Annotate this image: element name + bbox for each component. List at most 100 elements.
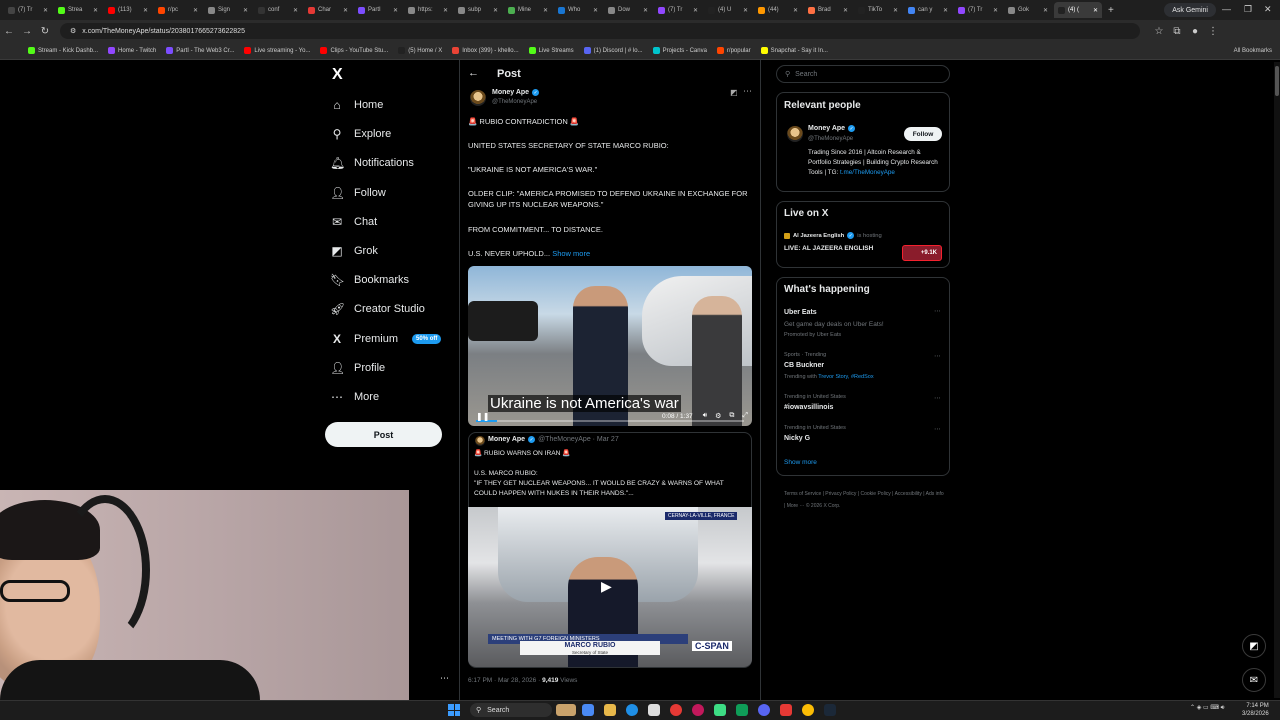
close-tab-icon[interactable]: ✕: [693, 7, 698, 14]
browser-tab[interactable]: (7) Tr ✕: [4, 2, 52, 18]
x-logo[interactable]: X: [332, 66, 343, 84]
trend-related-links[interactable]: Trevor Story, #RedSox: [818, 374, 873, 380]
browser-tab[interactable]: Mine ✕: [504, 2, 552, 18]
post-more-icon[interactable]: ⋯: [743, 86, 752, 97]
app-icon-pink[interactable]: [692, 704, 704, 716]
windows-start-icon[interactable]: [448, 704, 460, 716]
close-tab-icon[interactable]: ✕: [43, 7, 48, 14]
close-tab-icon[interactable]: ✕: [593, 7, 598, 14]
taskbar-copilot-icon[interactable]: [582, 704, 594, 716]
post-time[interactable]: 6:17 PM · Mar 28, 2026 ·: [468, 677, 540, 684]
close-tab-icon[interactable]: ✕: [493, 7, 498, 14]
taskbar-widget-icon[interactable]: [556, 704, 576, 716]
live-host-name[interactable]: Al Jazeera English: [793, 233, 844, 239]
bookmark-item[interactable]: Projects - Canva: [652, 47, 707, 54]
live-host[interactable]: Al Jazeera English ✓ is hosting: [784, 232, 882, 239]
taskbar-search[interactable]: ⚲ Search: [470, 703, 552, 717]
bookmark-item[interactable]: Home - Twitch: [108, 47, 156, 54]
bookmark-item[interactable]: Live Streams: [528, 47, 574, 54]
ask-gemini-button[interactable]: Ask Gemini: [1164, 3, 1216, 17]
excel-icon[interactable]: [736, 704, 748, 716]
bookmark-item[interactable]: Stream - Kick Dashb...: [28, 47, 98, 54]
all-bookmarks-button[interactable]: All Bookmarks: [1234, 48, 1272, 54]
close-tab-icon[interactable]: ✕: [243, 7, 248, 14]
close-tab-icon[interactable]: ✕: [543, 7, 548, 14]
close-tab-icon[interactable]: ✕: [993, 7, 998, 14]
follow-button[interactable]: Follow: [904, 127, 942, 141]
close-tab-icon[interactable]: ✕: [843, 7, 848, 14]
sidebar-item-home[interactable]: ⌂ Home: [330, 94, 383, 116]
back-icon[interactable]: ←: [0, 26, 18, 37]
bookmark-item[interactable]: Snapchat - Say it In...: [760, 47, 828, 54]
steam-icon[interactable]: [824, 704, 836, 716]
star-icon[interactable]: ☆: [1150, 26, 1168, 37]
close-tab-icon[interactable]: ✕: [343, 7, 348, 14]
close-window-icon[interactable]: ✕: [1264, 4, 1272, 15]
bookmark-item[interactable]: (1) Discord | # lo...: [583, 47, 643, 54]
close-tab-icon[interactable]: ✕: [643, 7, 648, 14]
volume-icon[interactable]: 🔊︎: [703, 412, 707, 420]
bookmark-item[interactable]: Inbox (399) - khello...: [452, 47, 519, 54]
browser-tab[interactable]: (113) ✕: [104, 2, 152, 18]
sidebar-item-profile[interactable]: 👤︎ Profile: [330, 357, 385, 379]
live-listener-count[interactable]: +9.1K: [902, 245, 942, 261]
scrollbar-thumb[interactable]: [1275, 66, 1279, 96]
relevant-name-text[interactable]: Money Ape: [808, 125, 845, 132]
browser-tab[interactable]: Strea ✕: [54, 2, 102, 18]
extensions-icon[interactable]: ⧉: [1168, 26, 1186, 37]
footer-links[interactable]: Terms of Service | Privacy Policy | Cook…: [784, 488, 944, 512]
browser-tab[interactable]: conf ✕: [254, 2, 302, 18]
browser-tab[interactable]: https: ✕: [404, 2, 452, 18]
app-icon-red[interactable]: [670, 704, 682, 716]
back-arrow-icon[interactable]: ←: [468, 67, 479, 79]
pause-icon[interactable]: ❚❚: [476, 412, 489, 421]
close-tab-icon[interactable]: ✕: [793, 7, 798, 14]
site-info-icon[interactable]: ⚙: [70, 27, 76, 35]
browser-tab[interactable]: Gok ✕: [1004, 2, 1052, 18]
chrome-icon[interactable]: [802, 704, 814, 716]
close-tab-icon[interactable]: ✕: [293, 7, 298, 14]
trend-more-icon[interactable]: ⋯: [934, 352, 941, 360]
sidebar-item-notifications[interactable]: 🔔︎ Notifications: [330, 152, 414, 174]
trend-name[interactable]: CB Buckner: [784, 362, 824, 369]
sidebar-item-explore[interactable]: ⚲ Explore: [330, 123, 392, 145]
close-tab-icon[interactable]: ✕: [743, 7, 748, 14]
close-tab-icon[interactable]: ✕: [1043, 7, 1048, 14]
discord-icon[interactable]: [758, 704, 770, 716]
profile-avatar-icon[interactable]: ●: [1186, 26, 1204, 37]
url-input[interactable]: ⚙ x.com/TheMoneyApe/status/2038017665273…: [60, 23, 1140, 39]
bookmark-item[interactable]: Live streaming - Yo...: [244, 47, 310, 54]
taskbar-clock[interactable]: 7:14 PM 3/28/2026: [1242, 702, 1269, 718]
browser-tab[interactable]: (4) (✕: [1054, 2, 1102, 18]
close-tab-icon[interactable]: ✕: [393, 7, 398, 14]
close-tab-icon[interactable]: ✕: [93, 7, 98, 14]
system-tray[interactable]: ⌃ ◈ ▭ ⌨ 🔊︎: [1190, 704, 1224, 712]
forward-icon[interactable]: →: [18, 26, 36, 37]
show-more-trends-link[interactable]: Show more: [784, 459, 817, 466]
browser-tab[interactable]: PartI ✕: [354, 2, 402, 18]
close-tab-icon[interactable]: ✕: [1093, 7, 1098, 14]
sidebar-item-premium[interactable]: X Premium 50% off: [330, 328, 442, 350]
edge-icon[interactable]: [626, 704, 638, 716]
browser-tab[interactable]: r/pc ✕: [154, 2, 202, 18]
show-more-link[interactable]: Show more: [552, 249, 590, 258]
settings-icon[interactable]: ⚙: [715, 412, 721, 420]
sidebar-item-grok[interactable]: ◩ Grok: [330, 240, 378, 262]
pip-icon[interactable]: ⧉: [729, 412, 734, 420]
messages-float-icon[interactable]: ✉: [1242, 668, 1266, 692]
reload-icon[interactable]: ↻: [36, 26, 54, 37]
fullscreen-icon[interactable]: ⤢: [742, 412, 748, 420]
app-icon-green[interactable]: [714, 704, 726, 716]
close-tab-icon[interactable]: ✕: [943, 7, 948, 14]
sidebar-item-bookmarks[interactable]: 🔖︎ Bookmarks: [330, 269, 409, 291]
grok-explain-icon[interactable]: ◩: [730, 88, 738, 97]
trend-more-icon[interactable]: ⋯: [934, 425, 941, 433]
close-tab-icon[interactable]: ✕: [193, 7, 198, 14]
store-icon[interactable]: [648, 704, 660, 716]
relevant-bio-link[interactable]: t.me/TheMoneyApe: [840, 169, 895, 176]
trend-more-icon[interactable]: ⋯: [934, 394, 941, 402]
browser-tab[interactable]: subp ✕: [454, 2, 502, 18]
scrollbar[interactable]: [1274, 62, 1280, 698]
browser-tab[interactable]: Who ✕: [554, 2, 602, 18]
close-tab-icon[interactable]: ✕: [893, 7, 898, 14]
